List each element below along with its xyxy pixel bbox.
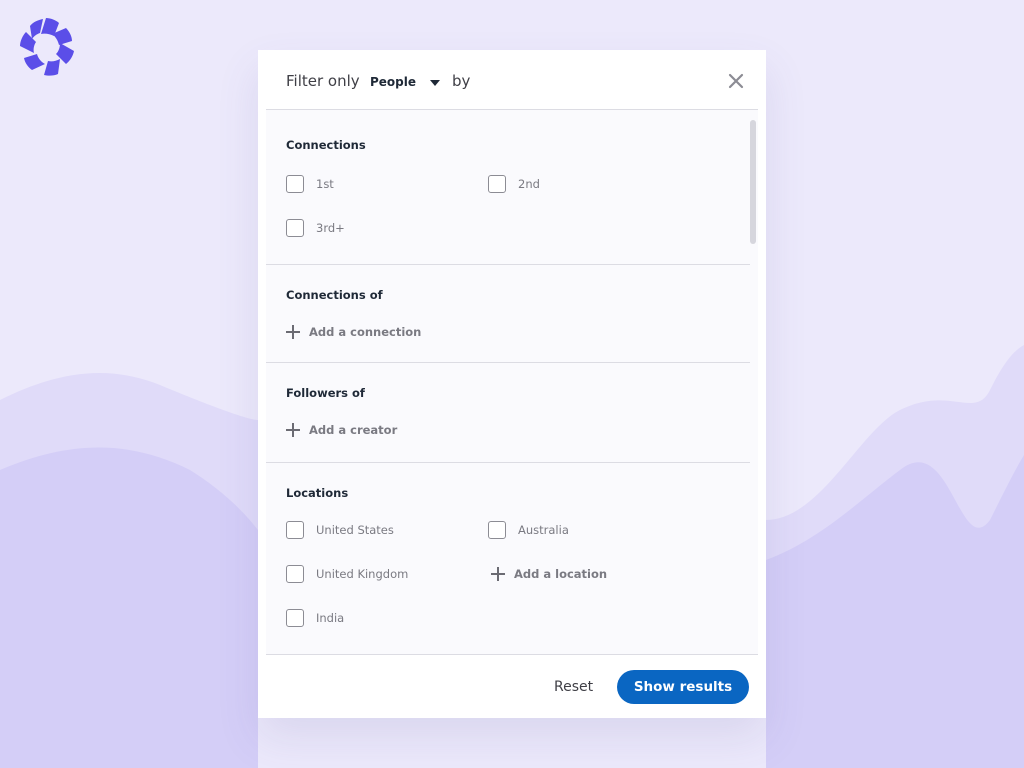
checkbox-label-australia: Australia — [518, 523, 569, 537]
checkbox-label-3rd: 3rd+ — [316, 221, 345, 235]
add-connection-button[interactable]: Add a connection — [286, 325, 421, 339]
checkbox-item-india[interactable]: India — [286, 609, 344, 627]
section-title-connections: Connections — [286, 138, 366, 152]
modal-header: Filter only People by — [266, 50, 758, 110]
type-select-dropdown[interactable]: People — [370, 75, 441, 89]
section-followers-of: Followers of Add a creator — [266, 362, 750, 463]
plus-icon — [286, 423, 300, 437]
add-creator-button[interactable]: Add a creator — [286, 423, 397, 437]
scrollbar[interactable] — [746, 110, 758, 654]
checkbox-india[interactable] — [286, 609, 304, 627]
checkbox-australia[interactable] — [488, 521, 506, 539]
checkbox-label-1st: 1st — [316, 177, 334, 191]
section-title-followers-of: Followers of — [286, 386, 365, 400]
section-title-connections-of: Connections of — [286, 288, 383, 302]
checkbox-item-3rd[interactable]: 3rd+ — [286, 219, 345, 237]
by-label: by — [452, 72, 471, 90]
filter-only-label: Filter only — [286, 72, 360, 90]
show-results-button[interactable]: Show results — [617, 670, 749, 704]
scrollbar-thumb[interactable] — [750, 120, 756, 244]
checkbox-united-kingdom[interactable] — [286, 565, 304, 583]
modal-body: Connections 1st 2nd 3rd+ Connections of … — [266, 110, 758, 654]
checkbox-item-australia[interactable]: Australia — [488, 521, 569, 539]
brand-logo-icon — [20, 18, 74, 76]
checkbox-1st[interactable] — [286, 175, 304, 193]
checkbox-item-2nd[interactable]: 2nd — [488, 175, 540, 193]
add-creator-label: Add a creator — [309, 423, 398, 437]
checkbox-label-india: India — [316, 611, 345, 625]
section-connections: Connections 1st 2nd 3rd+ — [266, 110, 750, 265]
plus-icon — [286, 325, 300, 339]
modal-footer: Reset Show results — [266, 654, 758, 719]
filter-modal: Filter only People by Connections 1st 2n… — [258, 50, 766, 718]
checkbox-label-united-kingdom: United Kingdom — [316, 567, 409, 581]
plus-icon — [491, 567, 505, 581]
type-select-value: People — [370, 75, 417, 89]
add-location-button[interactable]: Add a location — [491, 567, 607, 581]
caret-down-icon — [430, 79, 441, 86]
checkbox-2nd[interactable] — [488, 175, 506, 193]
checkbox-label-2nd: 2nd — [518, 177, 540, 191]
section-locations: Locations United States Australia United… — [266, 462, 750, 654]
checkbox-item-1st[interactable]: 1st — [286, 175, 334, 193]
section-connections-of: Connections of Add a connection — [266, 264, 750, 363]
checkbox-united-states[interactable] — [286, 521, 304, 539]
add-connection-label: Add a connection — [309, 325, 422, 339]
reset-button[interactable]: Reset — [554, 679, 593, 695]
checkbox-item-united-states[interactable]: United States — [286, 521, 394, 539]
add-location-label: Add a location — [514, 567, 608, 581]
checkbox-item-united-kingdom[interactable]: United Kingdom — [286, 565, 408, 583]
checkbox-3rd[interactable] — [286, 219, 304, 237]
section-title-locations: Locations — [286, 486, 349, 500]
checkbox-label-united-states: United States — [316, 523, 394, 537]
close-icon[interactable] — [728, 73, 744, 89]
